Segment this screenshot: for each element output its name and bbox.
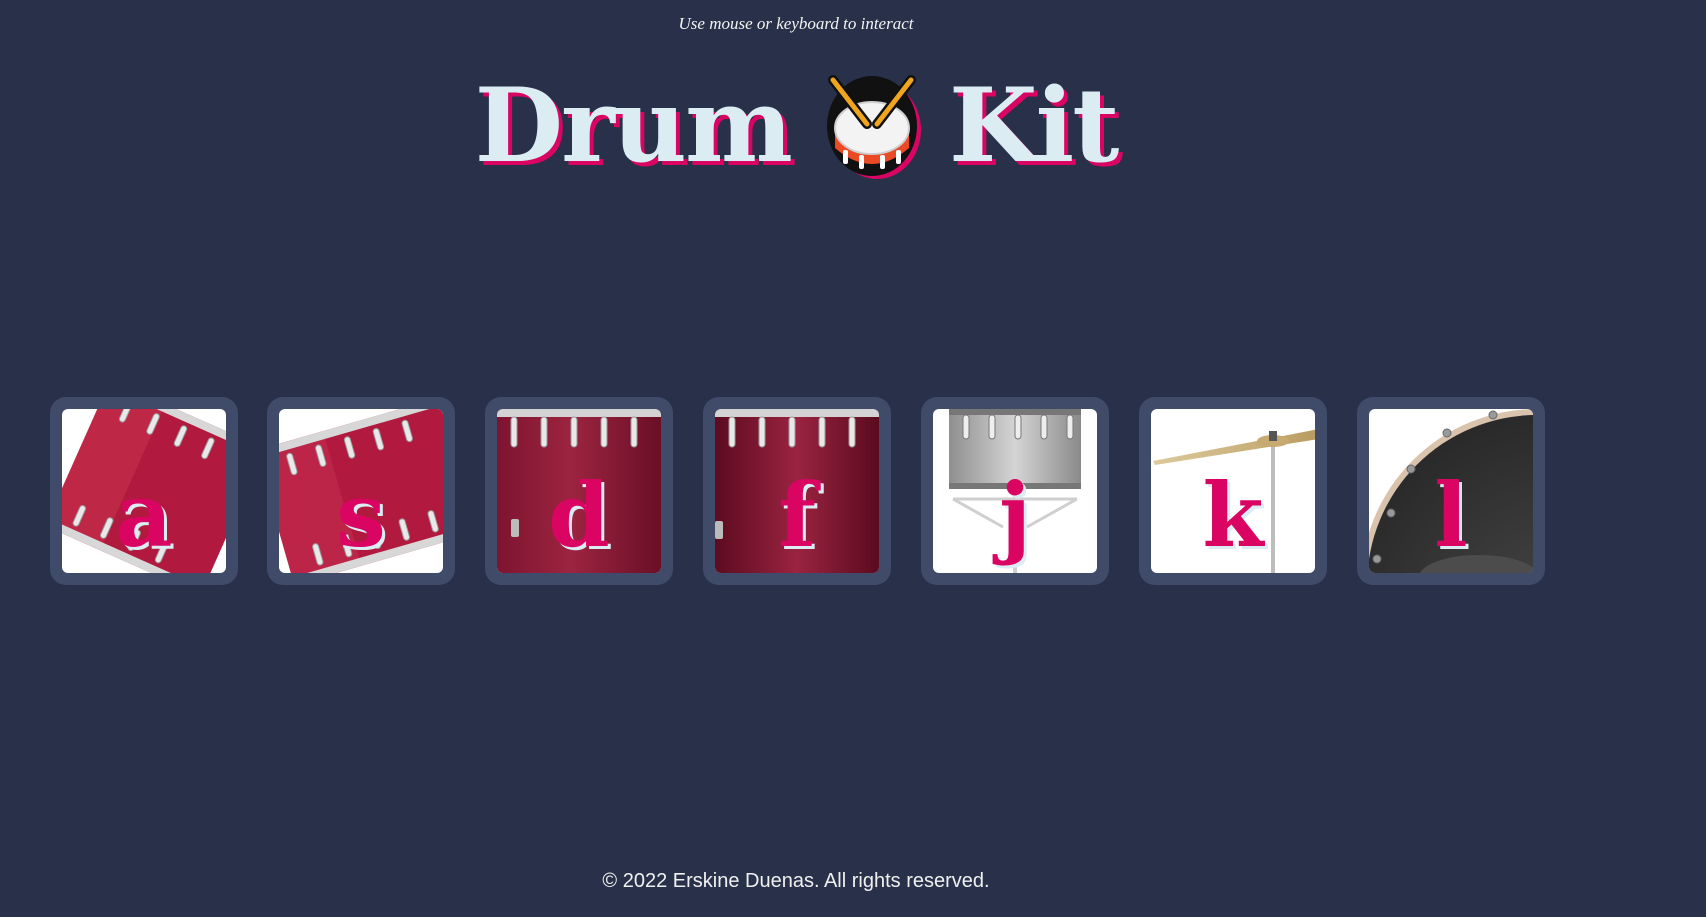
drum-pad-a[interactable]: a (50, 397, 238, 585)
drum-pad-image: d (497, 409, 661, 573)
drum-icon (821, 70, 925, 182)
drum-pad-image: a (62, 409, 226, 573)
title-word-kit: Kit (948, 66, 1120, 186)
pad-key-label: l (1434, 463, 1468, 567)
drum-pad-image: s (279, 409, 443, 573)
title-word-drum: Drum (474, 66, 793, 186)
drum-pad-image: j (933, 409, 1097, 573)
drum-pad-l[interactable]: l (1357, 397, 1545, 585)
drum-pad-s[interactable]: s (267, 397, 455, 585)
drum-pad-image: k (1151, 409, 1315, 573)
pad-key-label: a (115, 463, 173, 567)
drum-pad-f[interactable]: f (703, 397, 891, 585)
drum-pad-j[interactable]: j (921, 397, 1109, 585)
drum-pad-image: f (715, 409, 879, 573)
pad-key-label: d (548, 463, 610, 567)
drum-pad-image: l (1369, 409, 1533, 573)
pad-key-label: k (1202, 463, 1264, 567)
drum-pad-d[interactable]: d (485, 397, 673, 585)
copyright-footer: © 2022 Erskine Duenas. All rights reserv… (602, 870, 990, 892)
pad-key-label: f (778, 463, 816, 567)
instruction-hint: Use mouse or keyboard to interact (678, 14, 914, 33)
page-title: Drum Kit (0, 70, 1592, 182)
pad-key-label: s (336, 463, 386, 567)
pad-key-label: j (999, 463, 1031, 567)
drum-pad-k[interactable]: k (1139, 397, 1327, 585)
